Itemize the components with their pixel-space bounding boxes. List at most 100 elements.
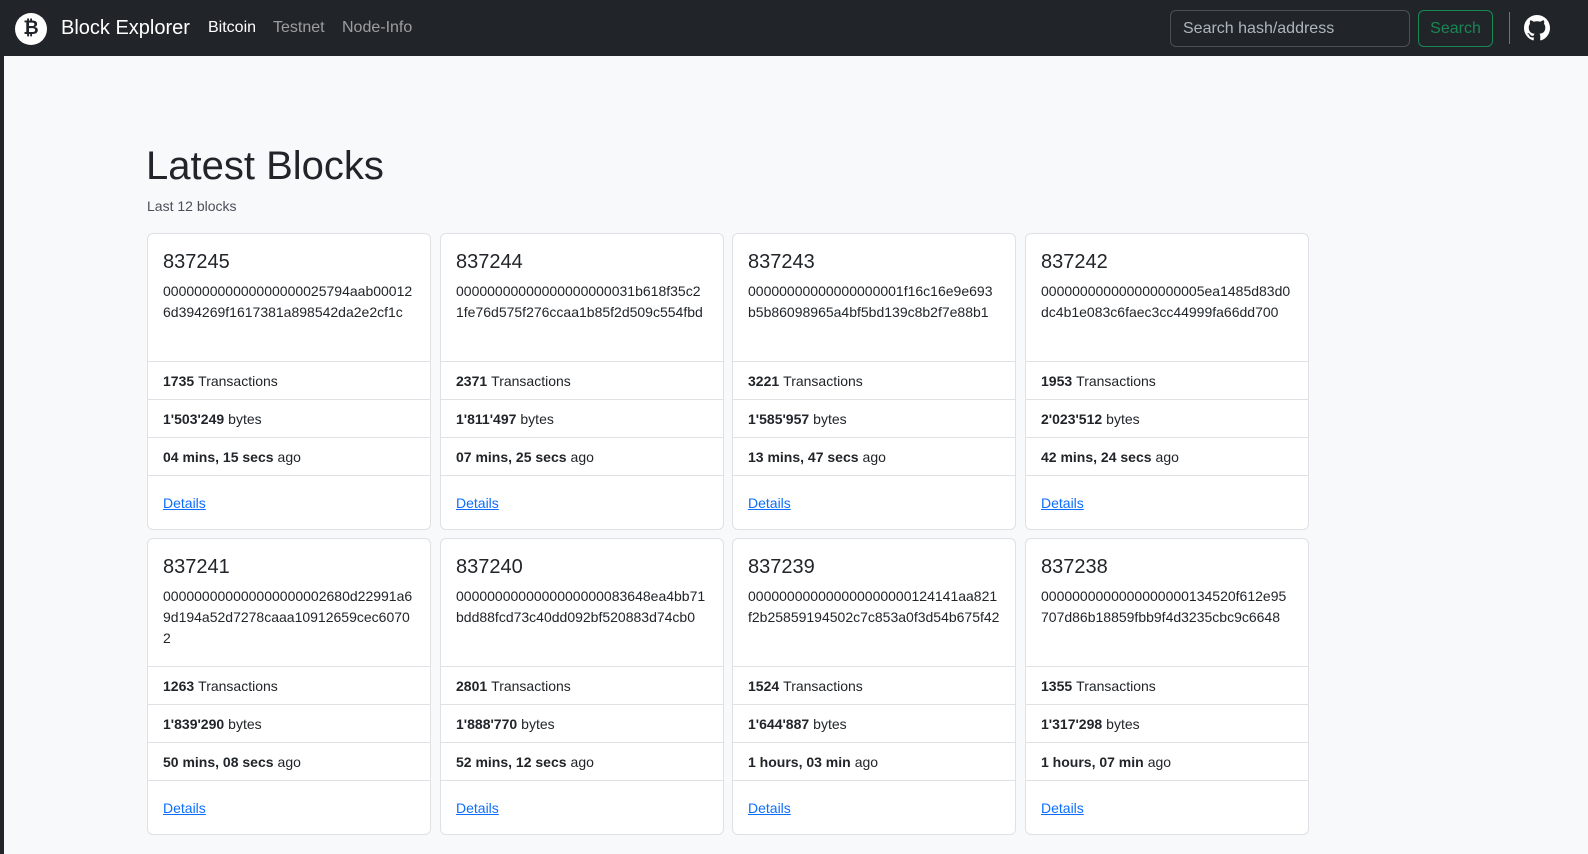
tx-count-row: 1735 Transactions (148, 362, 430, 400)
block-age-row: 1 hours, 07 min ago (1026, 743, 1308, 781)
block-age: 13 mins, 47 secs (748, 448, 859, 465)
tx-count-row: 1263 Transactions (148, 667, 430, 705)
block-card: 837245 000000000000000000025794aab000126… (147, 233, 431, 530)
details-link[interactable]: Details (748, 800, 791, 816)
tx-count-row: 2371 Transactions (441, 362, 723, 400)
block-size: 1'503'249 (163, 410, 225, 427)
size-unit: bytes (1106, 715, 1140, 732)
block-age-row: 07 mins, 25 secs ago (441, 438, 723, 476)
block-card-header: 837240 0000000000000000000083648ea4bb71b… (441, 539, 723, 667)
block-size: 1'644'887 (748, 715, 810, 732)
tx-count: 1355 (1041, 677, 1073, 694)
tx-count: 1735 (163, 372, 195, 389)
page-title: Latest Blocks (146, 144, 384, 188)
size-unit: bytes (1106, 410, 1140, 427)
size-unit: bytes (228, 715, 262, 732)
search-button[interactable]: Search (1418, 10, 1493, 47)
main-content: Latest Blocks Last 12 blocks 837245 0000… (4, 56, 1588, 854)
block-age-row: 50 mins, 08 secs ago (148, 743, 430, 781)
tx-label: Transactions (491, 677, 571, 694)
block-hash: 0000000000000000000083648ea4bb71bdd88fcd… (456, 588, 706, 625)
block-card-header: 837244 00000000000000000000031b618f35c21… (441, 234, 723, 362)
age-suffix: ago (854, 753, 879, 770)
search-input[interactable] (1170, 10, 1410, 47)
tx-count-row: 1355 Transactions (1026, 667, 1308, 705)
top-navbar: ₿ Block Explorer Bitcoin Testnet Node-In… (0, 0, 1588, 56)
details-link[interactable]: Details (163, 495, 206, 511)
block-age-row: 04 mins, 15 secs ago (148, 438, 430, 476)
tx-label: Transactions (198, 677, 278, 694)
block-age: 1 hours, 07 min (1041, 753, 1144, 770)
block-card-footer: Details (733, 476, 1015, 529)
block-card: 837244 00000000000000000000031b618f35c21… (440, 233, 724, 530)
block-hash: 000000000000000000005ea1485d83d0dc4b1e08… (1041, 283, 1291, 320)
tx-count-row: 3221 Transactions (733, 362, 1015, 400)
block-height: 837241 (163, 556, 230, 578)
block-card: 837240 0000000000000000000083648ea4bb71b… (440, 538, 724, 835)
block-hash: 000000000000000000000124141aa821f2b25859… (748, 588, 1000, 625)
nav-link-bitcoin[interactable]: Bitcoin (208, 18, 256, 38)
block-age: 52 mins, 12 secs (456, 753, 567, 770)
age-suffix: ago (1147, 753, 1172, 770)
tx-count: 1953 (1041, 372, 1073, 389)
tx-count-row: 1524 Transactions (733, 667, 1015, 705)
age-suffix: ago (570, 448, 594, 465)
block-size: 1'888'770 (456, 715, 518, 732)
nav-link-testnet[interactable]: Testnet (273, 18, 325, 38)
block-hash: 00000000000000000000031b618f35c21fe76d57… (456, 283, 703, 320)
block-card-footer: Details (1026, 781, 1308, 834)
details-link[interactable]: Details (1041, 495, 1084, 511)
age-suffix: ago (277, 448, 301, 465)
block-size-row: 1'503'249 bytes (148, 400, 430, 438)
block-card-header: 837238 0000000000000000000134520f612e957… (1026, 539, 1308, 667)
tx-label: Transactions (1076, 372, 1156, 389)
size-unit: bytes (813, 715, 847, 732)
block-age-row: 52 mins, 12 secs ago (441, 743, 723, 781)
block-card-footer: Details (441, 476, 723, 529)
block-hash: 000000000000000000025794aab000126d394269… (163, 283, 413, 320)
block-card: 837238 0000000000000000000134520f612e957… (1025, 538, 1309, 835)
block-card-footer: Details (441, 781, 723, 834)
block-card: 837239 000000000000000000000124141aa821f… (732, 538, 1016, 835)
details-link[interactable]: Details (456, 495, 499, 511)
block-hash: 000000000000000000002680d22991a69d194a52… (163, 588, 413, 646)
size-unit: bytes (813, 410, 847, 427)
tx-count-row: 1953 Transactions (1026, 362, 1308, 400)
block-card-footer: Details (148, 781, 430, 834)
size-unit: bytes (228, 410, 262, 427)
nav-link-node-info[interactable]: Node-Info (342, 18, 412, 38)
brand-name[interactable]: Block Explorer (61, 15, 190, 41)
block-height: 837242 (1041, 251, 1108, 273)
nav-divider (1509, 12, 1510, 44)
details-link[interactable]: Details (748, 495, 791, 511)
bitcoin-logo-icon[interactable]: ₿ (15, 13, 47, 45)
block-card-footer: Details (148, 476, 430, 529)
block-age-row: 42 mins, 24 secs ago (1026, 438, 1308, 476)
size-unit: bytes (520, 410, 554, 427)
block-size-row: 1'317'298 bytes (1026, 705, 1308, 743)
block-age-row: 13 mins, 47 secs ago (733, 438, 1015, 476)
tx-count-row: 2801 Transactions (441, 667, 723, 705)
age-suffix: ago (277, 753, 301, 770)
block-age: 42 mins, 24 secs (1041, 448, 1152, 465)
github-icon[interactable] (1524, 15, 1550, 41)
details-link[interactable]: Details (163, 800, 206, 816)
tx-count: 1524 (748, 677, 780, 694)
page-subtitle: Last 12 blocks (147, 198, 237, 214)
tx-count: 2371 (456, 372, 488, 389)
details-link[interactable]: Details (456, 800, 499, 816)
tx-count: 2801 (456, 677, 488, 694)
block-card-header: 837245 000000000000000000025794aab000126… (148, 234, 430, 362)
block-age-row: 1 hours, 03 min ago (733, 743, 1015, 781)
tx-label: Transactions (491, 372, 571, 389)
block-card: 837242 000000000000000000005ea1485d83d0d… (1025, 233, 1309, 530)
block-height: 837240 (456, 556, 523, 578)
block-height: 837244 (456, 251, 523, 273)
block-size-row: 1'644'887 bytes (733, 705, 1015, 743)
block-card-header: 837239 000000000000000000000124141aa821f… (733, 539, 1015, 667)
block-size: 1'839'290 (163, 715, 225, 732)
block-card-header: 837243 00000000000000000001f16c16e9e693b… (733, 234, 1015, 362)
details-link[interactable]: Details (1041, 800, 1084, 816)
block-size-row: 1'585'957 bytes (733, 400, 1015, 438)
tx-label: Transactions (783, 372, 863, 389)
